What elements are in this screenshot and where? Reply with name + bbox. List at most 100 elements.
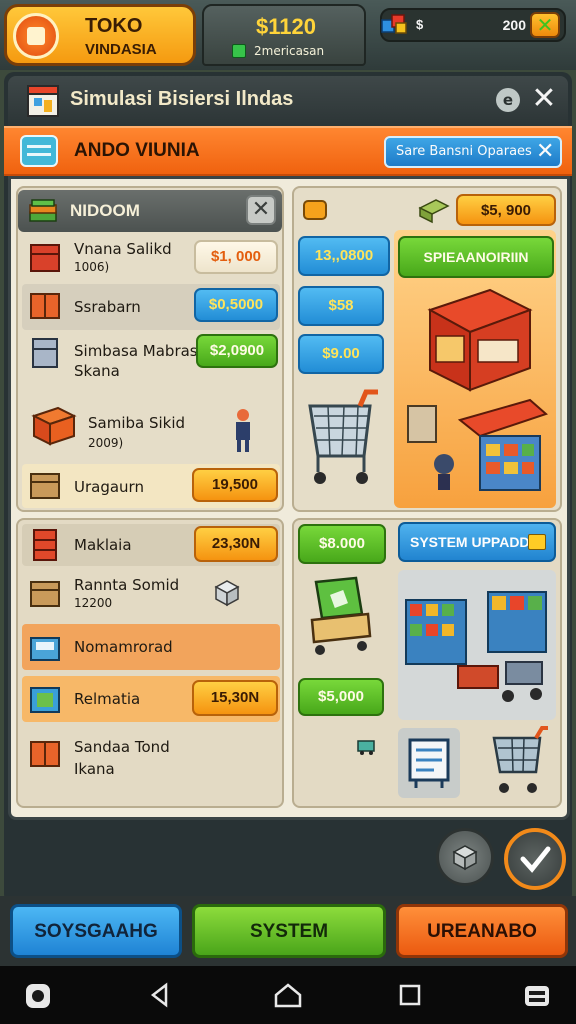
- box-icon: [30, 473, 60, 499]
- price-button[interactable]: $5,000: [298, 678, 384, 716]
- item-sub: Ikana: [74, 760, 115, 778]
- item-sub: Skana: [74, 362, 120, 380]
- shop-name-line1: TOKO: [85, 15, 143, 37]
- cash-icon: [232, 44, 246, 58]
- inventory-close-button[interactable]: ✕: [246, 195, 276, 225]
- close-icon[interactable]: ✕: [536, 138, 554, 166]
- checkmark-icon: [520, 846, 551, 873]
- market-stall-art: [407, 288, 548, 491]
- crate-icon: [30, 244, 60, 272]
- box-icon: [452, 845, 478, 871]
- monitor-icon: [20, 135, 58, 167]
- store-shelves-art: [405, 591, 547, 702]
- box-icon: [30, 581, 60, 607]
- display-cart-icon: [310, 576, 372, 655]
- special-offer-button[interactable]: SPIEAANOIRIIN: [398, 236, 554, 278]
- menu-board-preview: [398, 728, 460, 798]
- list-item[interactable]: Nomamrorad: [22, 624, 280, 670]
- cart-icon: [492, 726, 548, 793]
- store-layout-preview: [398, 570, 556, 720]
- list-item[interactable]: Maklaia 23,30N: [22, 524, 280, 566]
- fridge-icon: [32, 338, 58, 368]
- section-bar: ANDO VIUNIA Sare Bansni Oparaes ✕: [4, 126, 572, 176]
- gems-icon: [381, 14, 407, 34]
- inventory-title: NIDOOM: [70, 201, 140, 220]
- price-button[interactable]: $8.000: [298, 524, 386, 564]
- item-name: Sandaa Tond: [74, 738, 170, 756]
- title-bar: Simulasi Bisiersi Ilndas e ✕: [8, 76, 568, 126]
- system-button[interactable]: SYSTEM: [192, 904, 386, 958]
- shop-badge[interactable]: TOKO VINDASIA: [4, 4, 196, 66]
- item-name: Relmatia: [74, 690, 141, 708]
- basket-icon: [303, 200, 327, 220]
- item-name: Ssrabarn: [74, 298, 141, 316]
- money-value: $1120: [256, 14, 316, 39]
- item-name: Nomamrorad: [74, 638, 173, 656]
- list-item[interactable]: Samiba Sikid 2009): [22, 396, 280, 460]
- upgrade-icon: [528, 534, 546, 550]
- gems-panel: $ 200 ✕: [380, 8, 566, 42]
- price-button[interactable]: 19,500: [192, 468, 278, 502]
- window-close-button[interactable]: ✕: [528, 82, 560, 116]
- store-icon: [27, 85, 59, 117]
- price-button[interactable]: $5, 900: [456, 194, 556, 226]
- settings-tab-label: Sare Bansni Oparaes: [396, 144, 532, 159]
- item-name: Simbasa Mabras: [74, 342, 198, 360]
- item-name: Vnana Salikd: [74, 240, 172, 258]
- price-button[interactable]: $9.00: [298, 334, 384, 374]
- register-icon: [30, 637, 60, 661]
- home-icon[interactable]: [274, 982, 302, 1008]
- item-name: Samiba Sikid: [88, 414, 186, 432]
- game-toolbar-icon[interactable]: [522, 982, 552, 1010]
- shopping-button[interactable]: SOYSGAAHG: [10, 904, 182, 958]
- menu-board-icon: [408, 738, 450, 788]
- item-name: Uragaurn: [74, 478, 144, 496]
- window-title: Simulasi Bisiersi Ilndas: [70, 88, 294, 110]
- close-button[interactable]: ✕: [530, 12, 560, 38]
- shopping-cart-icon: [308, 389, 378, 484]
- big-crate-icon: [31, 406, 77, 446]
- list-item[interactable]: Vnana Salikd 1006) $1, 000: [22, 236, 280, 282]
- recents-icon[interactable]: [398, 982, 422, 1008]
- list-item[interactable]: Sandaa Tond Ikana: [22, 728, 280, 784]
- settings-tab-button[interactable]: Sare Bansni Oparaes ✕: [384, 136, 562, 168]
- upgrade-button[interactable]: UREANABO: [396, 904, 568, 958]
- section-label: ANDO VIUNIA: [74, 140, 200, 161]
- price-button[interactable]: $58: [298, 286, 384, 326]
- inventory-header: NIDOOM ✕: [18, 190, 282, 232]
- money-sub-label: 2mericasan: [254, 44, 325, 58]
- item-name: Rannta Somid: [74, 576, 180, 594]
- shopper-icon: [236, 409, 250, 452]
- record-icon[interactable]: [24, 982, 52, 1010]
- money-panel: $1120 2mericasan: [202, 4, 366, 66]
- shop-name-line2: VINDASIA: [85, 41, 157, 58]
- system-update-label: SYSTEM UPPADD: [410, 534, 530, 550]
- stack-icon: [29, 199, 57, 222]
- price-button[interactable]: $0,5000: [194, 288, 278, 322]
- price-button[interactable]: 23,30N: [194, 526, 278, 562]
- inventory-round-button[interactable]: [436, 828, 494, 886]
- list-item[interactable]: Relmatia 15,30N: [22, 676, 280, 722]
- list-item[interactable]: Simbasa Mabras Skana $2,0900: [22, 332, 280, 382]
- shop-icon: [13, 13, 59, 59]
- android-nav-bar: [0, 966, 576, 1024]
- info-button[interactable]: e: [496, 88, 520, 112]
- crate-icon: [30, 687, 60, 713]
- list-item[interactable]: Uragaurn 19,500: [22, 464, 280, 508]
- list-item[interactable]: Ssrabarn $0,5000: [22, 284, 280, 330]
- item-name: Maklaia: [74, 536, 132, 554]
- mini-cart-icon: [357, 740, 375, 755]
- shelf-icon: [33, 529, 57, 561]
- confirm-round-button[interactable]: [504, 828, 566, 890]
- close-icon: ✕: [536, 13, 554, 37]
- price-button[interactable]: $2,0900: [196, 334, 278, 368]
- price-button[interactable]: $1, 000: [194, 240, 278, 274]
- gems-value: 200: [502, 17, 526, 33]
- back-icon[interactable]: [148, 982, 172, 1008]
- gems-currency: $: [416, 17, 424, 32]
- system-update-button[interactable]: SYSTEM UPPADD: [398, 522, 556, 562]
- cash-stack-icon: [418, 199, 450, 224]
- list-item[interactable]: Rannta Somid 12200: [22, 570, 280, 618]
- price-button[interactable]: 15,30N: [192, 680, 278, 716]
- price-button[interactable]: 13,,0800: [298, 236, 390, 276]
